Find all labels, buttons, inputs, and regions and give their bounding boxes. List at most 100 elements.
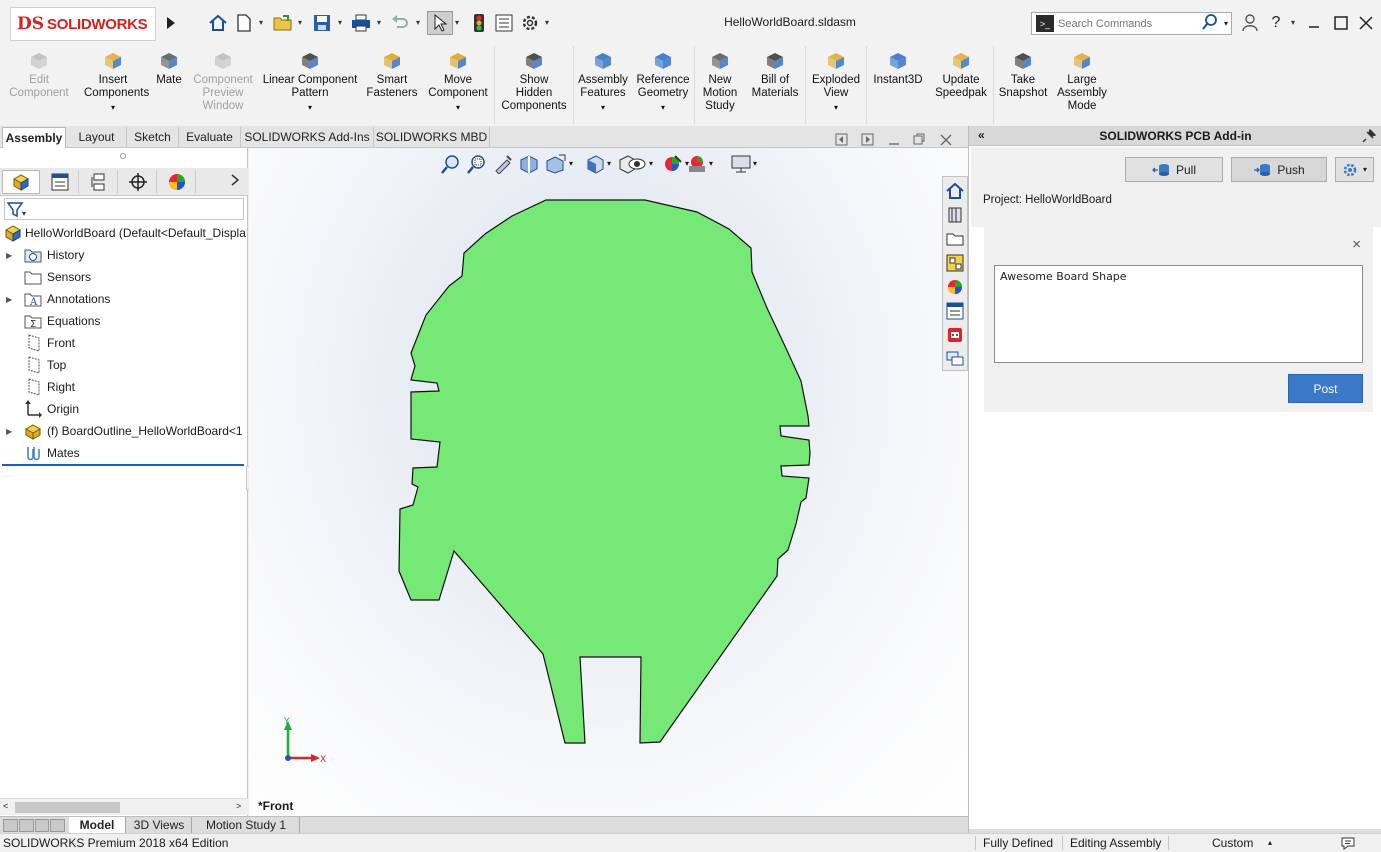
pcb-addin-icon[interactable] bbox=[945, 325, 965, 345]
undo-dropdown-icon[interactable]: ▾ bbox=[416, 18, 424, 28]
file-explorer-icon[interactable] bbox=[945, 229, 965, 249]
assembly-features-button[interactable]: Assembly Features ▾ bbox=[576, 50, 630, 114]
tree-item[interactable]: ▶ History bbox=[0, 244, 248, 266]
tree-item[interactable]: Mates bbox=[0, 442, 248, 464]
tab-solidworks-mbd[interactable]: SOLIDWORKS MBD bbox=[374, 127, 490, 148]
print-dropdown-icon[interactable]: ▾ bbox=[377, 18, 385, 28]
dropdown-caret-icon[interactable]: ▾ bbox=[422, 101, 494, 114]
tab-property-manager[interactable] bbox=[41, 170, 79, 194]
show-hidden-components-button[interactable]: Show Hidden Components bbox=[497, 50, 571, 113]
mate-button[interactable]: Mate bbox=[152, 50, 186, 87]
open-dropdown-icon[interactable]: ▾ bbox=[298, 18, 306, 28]
tree-item[interactable]: Origin bbox=[0, 398, 248, 420]
post-message-textarea[interactable]: Awesome Board Shape bbox=[994, 265, 1363, 363]
last-tab-arrow-icon[interactable] bbox=[50, 819, 65, 832]
component-preview-window-button[interactable]: Component Preview Window bbox=[188, 50, 258, 113]
dropdown-caret-icon[interactable]: ▾ bbox=[258, 101, 362, 114]
tab-assembly[interactable]: Assembly bbox=[2, 127, 66, 148]
new-motion-study-button[interactable]: New Motion Study bbox=[699, 50, 741, 113]
solidworks-resources-home-icon[interactable] bbox=[945, 181, 965, 201]
dropdown-caret-icon[interactable]: ▾ bbox=[576, 101, 630, 114]
open-folder-icon[interactable] bbox=[272, 12, 294, 34]
panel-grip-icon[interactable] bbox=[120, 153, 126, 159]
rollback-bar[interactable] bbox=[2, 464, 244, 466]
expand-arrow-icon[interactable]: ▶ bbox=[6, 251, 16, 260]
options-dropdown-icon[interactable]: ▾ bbox=[545, 18, 553, 28]
board-outline-shape[interactable] bbox=[398, 199, 811, 744]
dropdown-caret-icon[interactable]: ▾ bbox=[634, 101, 692, 114]
search-commands-box[interactable]: >_ ▾ bbox=[1031, 12, 1232, 35]
tab-model[interactable]: Model bbox=[69, 817, 126, 834]
doc-minimize-icon[interactable] bbox=[887, 133, 901, 150]
new-document-icon[interactable] bbox=[233, 12, 255, 34]
tab-motion-study-1[interactable]: Motion Study 1 bbox=[193, 817, 300, 834]
help-dropdown-icon[interactable]: ▾ bbox=[1291, 18, 1299, 28]
large-assembly-mode-button[interactable]: Large Assembly Mode bbox=[1053, 50, 1111, 113]
help-icon[interactable]: ? bbox=[1264, 12, 1288, 34]
new-dropdown-icon[interactable]: ▾ bbox=[259, 18, 267, 28]
unit-system-dropdown-icon[interactable]: ▴ bbox=[1268, 838, 1272, 847]
maximize-icon[interactable] bbox=[1329, 12, 1353, 34]
search-commands-input[interactable] bbox=[1058, 17, 1198, 30]
close-card-icon[interactable]: × bbox=[1352, 236, 1361, 253]
solidworks-logo[interactable]: DS SOLIDWORKS bbox=[10, 7, 156, 41]
tab-display-manager[interactable] bbox=[158, 170, 196, 194]
scroll-thumb[interactable] bbox=[15, 802, 120, 813]
search-icon[interactable] bbox=[1202, 14, 1218, 33]
dropdown-caret-icon[interactable]: ▾ bbox=[84, 101, 142, 114]
tab-dimxpert-manager[interactable] bbox=[119, 170, 157, 194]
expand-arrow-icon[interactable]: ▶ bbox=[6, 295, 16, 304]
tab-3d-views[interactable]: 3D Views bbox=[127, 817, 192, 834]
search-dropdown-icon[interactable]: ▾ bbox=[1224, 19, 1228, 28]
tree-item[interactable]: Top bbox=[0, 354, 248, 376]
save-dropdown-icon[interactable]: ▾ bbox=[338, 18, 346, 28]
tab-navigation-arrows[interactable] bbox=[3, 819, 65, 832]
tab-layout[interactable]: Layout bbox=[67, 127, 127, 148]
tab-feature-tree[interactable] bbox=[2, 170, 40, 194]
doc-close-icon[interactable] bbox=[939, 133, 953, 150]
next-tab-arrow-icon[interactable] bbox=[34, 819, 50, 832]
forum-chat-icon[interactable] bbox=[945, 349, 965, 369]
settings-dropdown-button[interactable]: ▾ bbox=[1335, 157, 1374, 182]
dropdown-caret-icon[interactable]: ▾ bbox=[809, 101, 863, 114]
view-palette-icon[interactable] bbox=[945, 253, 965, 273]
scroll-right-icon[interactable]: > bbox=[236, 801, 241, 811]
undo-icon[interactable] bbox=[389, 12, 411, 34]
board-drawing[interactable] bbox=[249, 148, 968, 816]
insert-components-button[interactable]: Insert Components ▾ bbox=[84, 50, 149, 114]
first-tab-arrow-icon[interactable] bbox=[3, 819, 18, 832]
tree-item[interactable]: ▶ A Annotations bbox=[0, 288, 248, 310]
tab-evaluate[interactable]: Evaluate bbox=[179, 127, 241, 148]
tree-item[interactable]: Σ Equations bbox=[0, 310, 248, 332]
print-icon[interactable] bbox=[350, 12, 372, 34]
rebuild-traffic-light-icon[interactable] bbox=[468, 12, 490, 34]
tab-solidworks-add-ins[interactable]: SOLIDWORKS Add-Ins bbox=[241, 127, 374, 148]
user-account-icon[interactable] bbox=[1238, 12, 1262, 34]
update-speedpak-button[interactable]: Update Speedpak bbox=[933, 50, 989, 100]
previous-tab-arrow-icon[interactable] bbox=[18, 819, 34, 832]
pull-button[interactable]: Pull bbox=[1125, 157, 1223, 182]
minimize-icon[interactable] bbox=[1302, 12, 1326, 34]
tree-item[interactable]: ▶ (f) BoardOutline_HelloWorldBoard<1 bbox=[0, 420, 248, 442]
tabs-scroll-right-icon[interactable] bbox=[231, 174, 240, 189]
move-component-button[interactable]: Move Component ▾ bbox=[422, 50, 494, 114]
smart-fasteners-button[interactable]: Smart Fasteners bbox=[366, 50, 418, 100]
tree-item[interactable]: Sensors bbox=[0, 266, 248, 288]
select-pointer-icon[interactable] bbox=[427, 11, 453, 35]
doc-restore-left-icon[interactable] bbox=[835, 133, 849, 150]
filter-funnel-icon[interactable]: ▾ bbox=[6, 202, 27, 221]
reference-geometry-button[interactable]: Reference Geometry ▾ bbox=[634, 50, 692, 114]
design-library-icon[interactable] bbox=[945, 205, 965, 225]
unit-system[interactable]: Custom bbox=[1212, 836, 1253, 850]
scroll-left-icon[interactable]: < bbox=[3, 801, 8, 811]
tree-item[interactable]: Right bbox=[0, 376, 248, 398]
tree-horizontal-scrollbar[interactable]: < > bbox=[0, 798, 248, 815]
graphics-area[interactable]: ▾ ▾ ▾ ▾ ▾ ▾ Y X *Front bbox=[249, 148, 968, 816]
save-icon[interactable] bbox=[311, 12, 333, 34]
post-button[interactable]: Post bbox=[1288, 374, 1363, 403]
select-dropdown-icon[interactable]: ▾ bbox=[455, 18, 463, 28]
take-snapshot-button[interactable]: Take Snapshot bbox=[996, 50, 1050, 100]
expand-arrow-icon[interactable]: ▶ bbox=[6, 427, 16, 436]
file-properties-icon[interactable] bbox=[493, 12, 515, 34]
quick-tips-icon[interactable] bbox=[1340, 835, 1358, 852]
